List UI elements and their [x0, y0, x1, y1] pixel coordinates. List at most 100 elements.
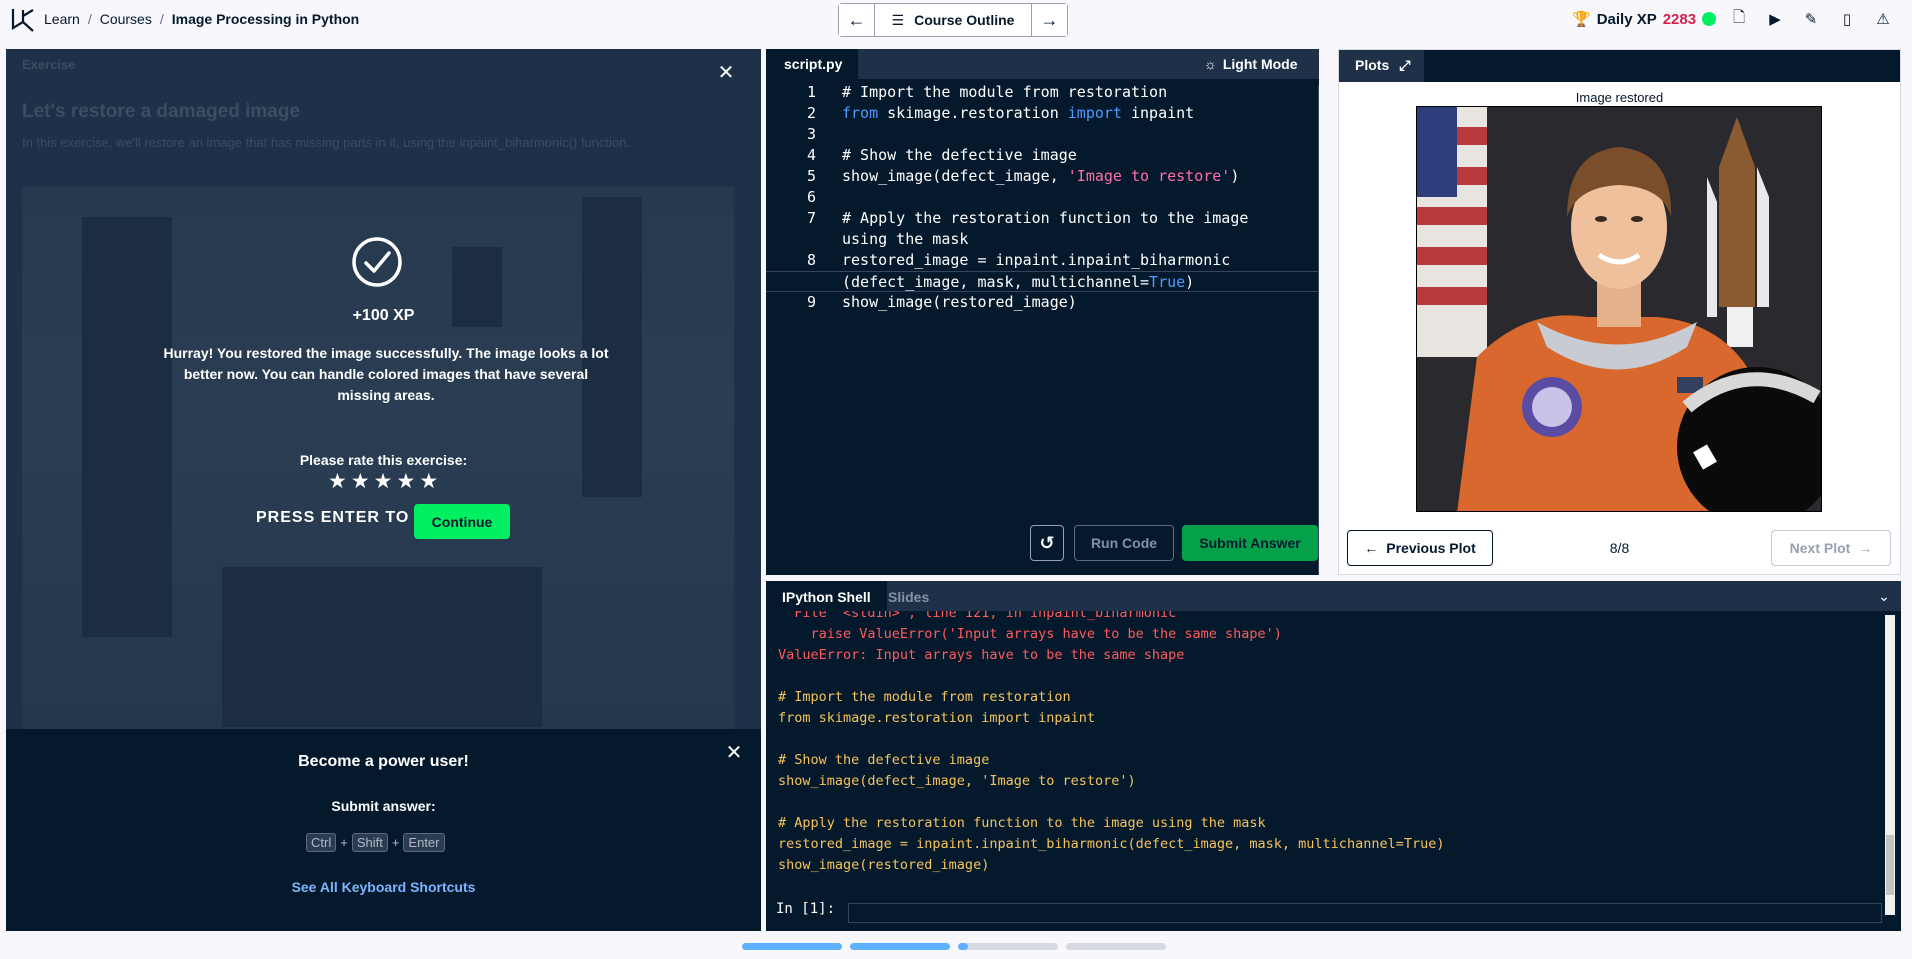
progress-segment [850, 943, 950, 950]
tab-slides[interactable]: Slides [872, 581, 945, 611]
exercise-tab: Exercise [22, 57, 76, 72]
arrow-left-icon: ← [847, 9, 866, 30]
plots-panel: Plots ⤢ Image restored ← Previous Plot 8… [1338, 49, 1901, 575]
close-overlay-button[interactable]: ✕ [716, 63, 736, 83]
breadcrumb-separator: / [159, 11, 164, 27]
datacamp-logo-icon[interactable] [10, 6, 36, 34]
key-ctrl: Ctrl [306, 833, 337, 852]
shell-line: from skimage.restoration import inpaint [778, 710, 1095, 726]
breadcrumb-courses[interactable]: Courses [100, 11, 152, 27]
previous-exercise-button[interactable]: ← [839, 4, 875, 36]
run-code-button[interactable]: Run Code [1074, 525, 1174, 561]
progress-segment [1066, 943, 1166, 950]
next-plot-label: Next Plot [1789, 540, 1851, 556]
expand-icon[interactable]: ⤢ [1399, 57, 1410, 82]
shell-line: # Apply the restoration function to the … [778, 815, 1266, 831]
code-line: show_image(restored_image) [842, 293, 1077, 311]
line-number: 1 [806, 83, 816, 101]
course-outline-button[interactable]: ☰ Course Outline [875, 4, 1031, 36]
slides-icon[interactable]: 🗋 [1728, 8, 1750, 30]
breadcrumb: Learn / Courses / Image Processing in Py… [44, 11, 359, 27]
reset-icon: ↺ [1039, 532, 1055, 553]
code-line: restored_image = inpaint.inpaint_biharmo… [842, 251, 1231, 269]
star-icon[interactable]: ★ [328, 471, 347, 493]
line-number: 7 [806, 209, 816, 227]
shell-line: restored_image = inpaint.inpaint_biharmo… [778, 836, 1445, 852]
tab-script-py[interactable]: script.py [766, 49, 858, 79]
code-line: show_image(defect_image, 'Image to resto… [842, 167, 1240, 185]
shell-line: ValueError: Input arrays have to be the … [778, 647, 1185, 663]
shell-line: # Show the defective image [778, 752, 990, 768]
video-icon[interactable]: ▶ [1764, 8, 1786, 30]
progress-fill [958, 943, 968, 950]
next-exercise-button[interactable]: → [1031, 4, 1067, 36]
continue-button[interactable]: Continue [414, 504, 510, 539]
breadcrumb-current-course: Image Processing in Python [171, 11, 360, 27]
ipython-shell-panel: IPython Shell Slides ⌄ File "<stdin>", l… [766, 581, 1901, 931]
plot-title: Image restored [1575, 90, 1664, 105]
pencil-icon[interactable]: ✎ [1800, 8, 1822, 30]
mobile-icon[interactable]: ▯ [1836, 8, 1858, 30]
reset-code-button[interactable]: ↺ [1030, 525, 1064, 561]
trophy-icon: 🏆 [1572, 11, 1591, 28]
progress-fill [850, 943, 950, 950]
tab-plots[interactable]: Plots ⤢ [1339, 50, 1425, 82]
course-outline-label: Course Outline [914, 12, 1015, 28]
key-enter: Enter [403, 833, 445, 852]
code-area[interactable]: 1 # Import the module from restoration 2 f… [766, 82, 1319, 313]
shell-scrollbar[interactable] [1885, 615, 1895, 915]
exercise-panel: Exercise Let's restore a damaged image I… [6, 49, 761, 729]
editor-tabs: script.py ☼ Light Mode [766, 49, 1319, 79]
light-mode-label: Light Mode [1222, 56, 1298, 72]
line-number: 4 [806, 146, 816, 164]
progress-segment [958, 943, 1058, 950]
code-line: using the mask [842, 230, 969, 248]
star-icon[interactable]: ★ [419, 471, 438, 493]
keyboard-shortcuts-link[interactable]: See All Keyboard Shortcuts [6, 879, 761, 895]
warning-icon[interactable]: ⚠ [1872, 8, 1894, 30]
line-number: 2 [806, 104, 816, 122]
status-dot [1702, 12, 1717, 26]
light-mode-toggle[interactable]: ☼ Light Mode [1204, 56, 1298, 72]
star-icon[interactable]: ★ [374, 471, 393, 493]
submit-answer-button[interactable]: Submit Answer [1182, 525, 1318, 561]
shell-input[interactable] [848, 903, 1882, 923]
star-icon[interactable]: ★ [351, 471, 370, 493]
breadcrumb-separator: / [87, 11, 92, 27]
xp-gained: +100 XP [352, 307, 415, 324]
restored-image [1416, 106, 1822, 512]
checkmark-circle-icon [352, 237, 402, 287]
key-shift: Shift [351, 833, 388, 852]
daily-xp-value: 2283 [1662, 10, 1697, 28]
power-user-panel: ✕ Become a power user! Submit answer: Ct… [6, 729, 761, 931]
daily-xp-label: Daily XP [1596, 10, 1657, 28]
progress-fill [742, 943, 842, 950]
editor-scrollbar[interactable] [1318, 85, 1319, 575]
rating-stars: ★ ★ ★ ★ ★ [328, 471, 438, 493]
scrollbar-thumb[interactable] [1886, 835, 1894, 895]
line-number: 8 [806, 251, 816, 269]
shell-line: raise ValueError('Input arrays have to b… [778, 626, 1282, 642]
line-number: 9 [806, 293, 816, 311]
next-plot-button[interactable]: Next Plot → [1771, 530, 1891, 566]
top-bar: Learn / Courses / Image Processing in Py… [0, 0, 1912, 40]
chevron-down-icon[interactable]: ⌄ [1873, 585, 1895, 607]
shell-line: show_image(restored_image) [778, 857, 990, 873]
code-editor-panel: script.py ☼ Light Mode 1 # Import the mod… [766, 49, 1319, 575]
course-navigation: ← ☰ Course Outline → [838, 3, 1068, 37]
arrow-right-icon: → [1040, 9, 1059, 30]
tab-ipython-shell[interactable]: IPython Shell [766, 581, 887, 611]
exercise-title: Let's restore a damaged image [22, 101, 301, 122]
shell-line: File "<stdin>", line 121, in inpaint_bih… [778, 611, 1177, 621]
breadcrumb-learn[interactable]: Learn [44, 11, 80, 27]
toolbar-icons: 🗋 ▶ ✎ ▯ ⚠ [1728, 8, 1894, 30]
star-icon[interactable]: ★ [396, 471, 415, 493]
code-line: from skimage.restoration import inpaint [842, 104, 1195, 122]
line-number: 5 [806, 167, 816, 185]
daily-xp: 🏆 Daily XP 2283 [1572, 10, 1717, 28]
rate-prompt: Please rate this exercise: [299, 452, 468, 468]
shell-line: show_image(defect_image, 'Image to resto… [778, 773, 1136, 789]
plus-sign: + [340, 835, 348, 850]
